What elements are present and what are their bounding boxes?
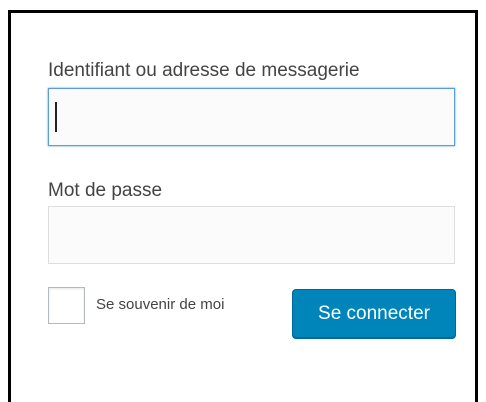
remember-me-label[interactable]: Se souvenir de moi bbox=[96, 296, 224, 313]
username-input[interactable] bbox=[48, 88, 455, 146]
password-input[interactable] bbox=[48, 206, 455, 264]
login-submit-button[interactable]: Se connecter bbox=[292, 289, 456, 338]
password-label: Mot de passe bbox=[48, 180, 163, 201]
frame-border-top bbox=[8, 10, 478, 13]
text-caret bbox=[55, 102, 57, 132]
login-page: Identifiant ou adresse de messagerie Mot… bbox=[0, 0, 486, 402]
frame-border-left bbox=[8, 10, 11, 402]
frame-border-right bbox=[475, 10, 478, 402]
remember-me-checkbox[interactable] bbox=[48, 287, 85, 324]
username-label: Identifiant ou adresse de messagerie bbox=[48, 60, 360, 81]
